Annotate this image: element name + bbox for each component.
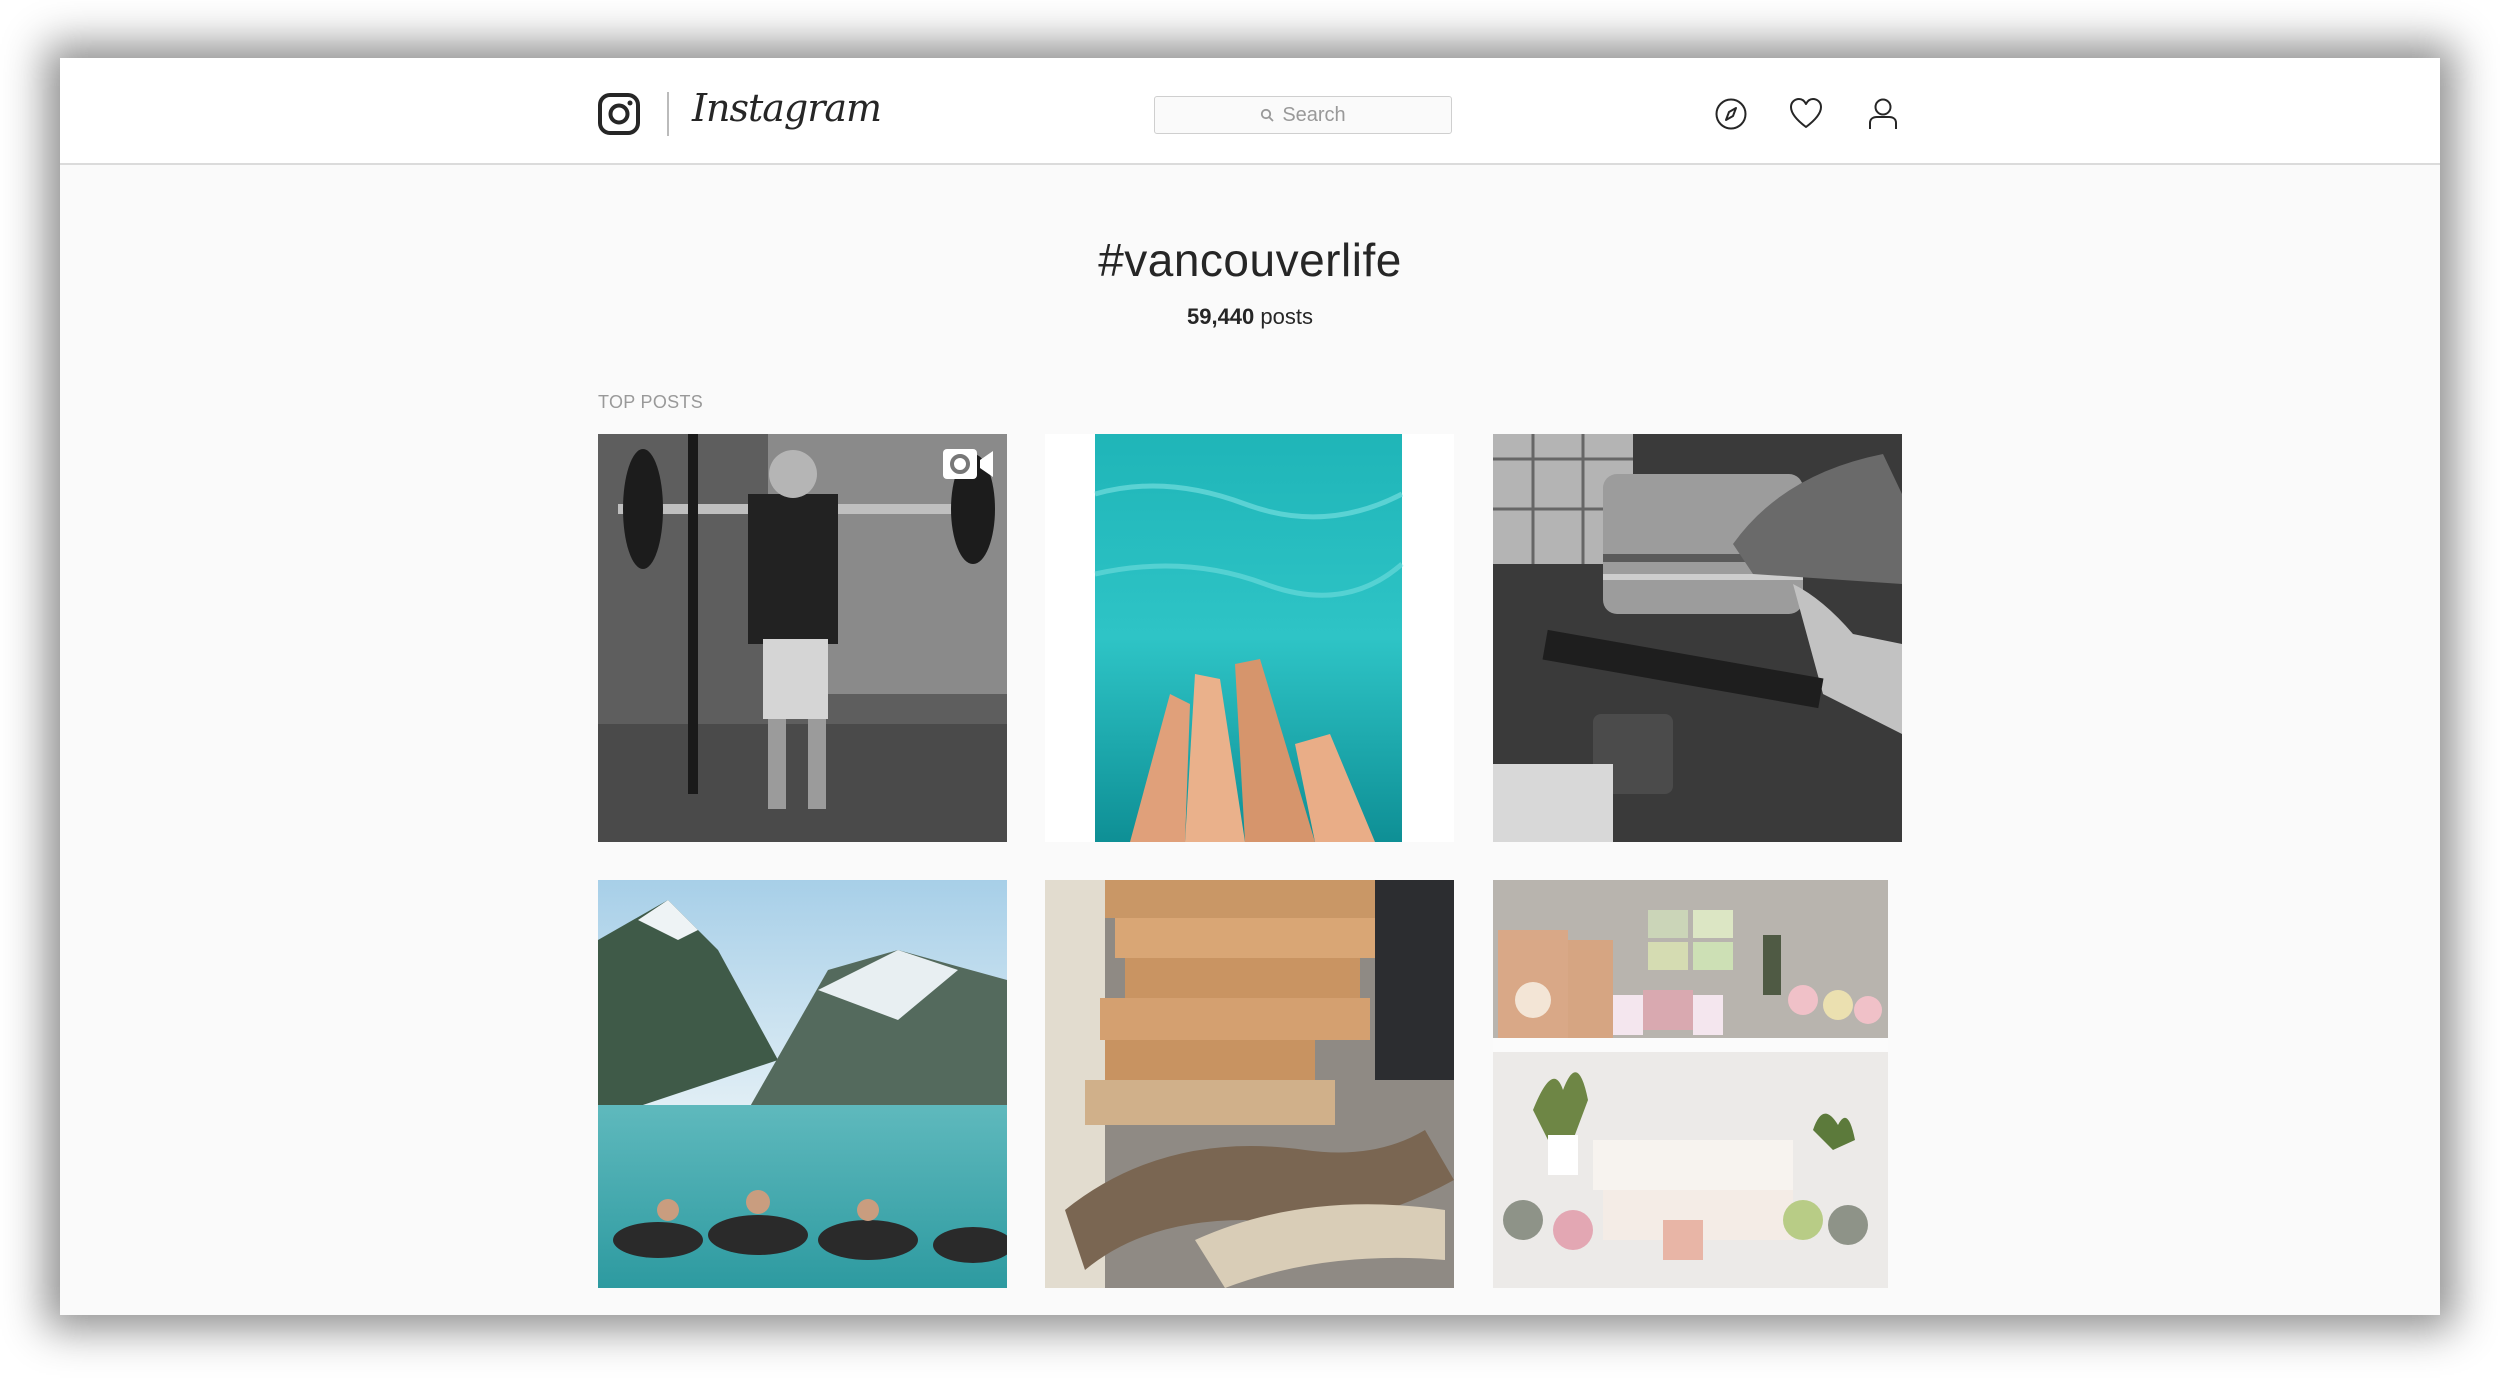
post-count: 59,440 posts <box>60 304 2440 330</box>
post-tile[interactable] <box>1493 434 1902 842</box>
post-tile[interactable] <box>598 880 1007 1288</box>
post-count-number: 59,440 <box>1186 304 1255 329</box>
post-image-man-cap <box>1493 434 1902 842</box>
post-tile[interactable] <box>598 434 1007 842</box>
post-tile[interactable] <box>1045 434 1454 842</box>
post-image-lake <box>598 880 1007 1288</box>
user-icon <box>1869 98 1897 129</box>
search-input[interactable]: Search <box>1154 96 1452 134</box>
post-tile[interactable] <box>1045 880 1454 1288</box>
search-icon <box>1261 108 1274 122</box>
post-tile[interactable] <box>1493 880 1902 1288</box>
compass-icon <box>1715 98 1747 130</box>
logo-divider <box>667 92 669 136</box>
profile-button[interactable] <box>1866 97 1900 131</box>
browser-window: Instagram Search #vancouverlife 59,440 p… <box>60 58 2440 1315</box>
top-posts-label: TOP POSTS <box>598 392 704 412</box>
search-placeholder: Search <box>1282 103 1346 126</box>
instagram-wordmark[interactable]: Instagram <box>692 86 882 130</box>
explore-button[interactable] <box>1714 97 1748 131</box>
hashtag-title: #vancouverlife <box>1098 234 1402 286</box>
post-count-suffix: posts <box>1260 304 1313 329</box>
post-image-wood <box>1045 880 1454 1288</box>
post-image-gym <box>598 434 1007 842</box>
activity-button[interactable] <box>1789 97 1823 131</box>
video-icon <box>943 449 993 479</box>
heart-icon <box>1790 98 1822 128</box>
post-image-pool <box>1094 434 1404 842</box>
top-navigation-bar: Instagram Search <box>60 58 2440 165</box>
instagram-camera-icon[interactable] <box>597 92 641 136</box>
post-image-skincare <box>1493 880 1902 1288</box>
